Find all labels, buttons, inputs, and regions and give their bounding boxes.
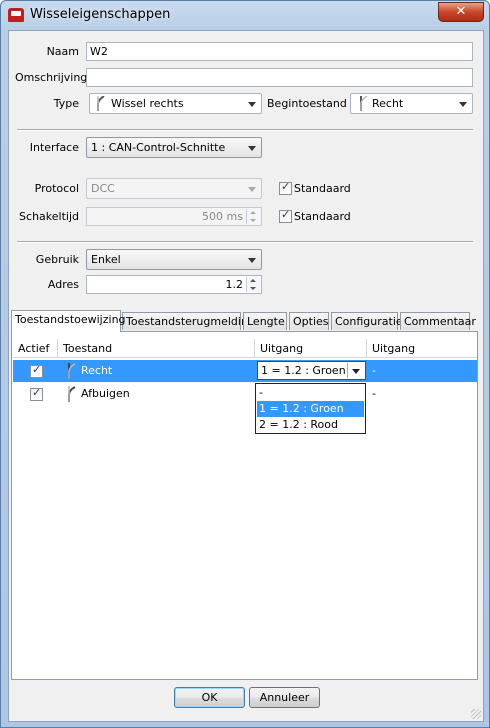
dropdown-option[interactable]: 1 = 1.2 : Groen [257, 401, 364, 417]
schakeltijd-standaard-label: Standaard [294, 210, 351, 223]
window-title: Wisseleigenschappen [30, 7, 171, 22]
title-bar[interactable]: Wisseleigenschappen ✕ [1, 1, 489, 29]
omschrijving-label: Omschrijving [15, 71, 88, 84]
column-header-actief[interactable]: Actief [13, 339, 58, 358]
protocol-value: DCC [91, 182, 115, 195]
protocol-standaard-checkbox[interactable] [279, 180, 292, 195]
dropdown-option[interactable]: 2 = 1.2 : Rood [257, 417, 364, 433]
naam-field[interactable]: W2 [86, 42, 473, 61]
table-row[interactable]: Recht 1 = 1.2 : Groen - [13, 360, 477, 382]
omschrijving-field[interactable] [86, 68, 473, 87]
ok-button[interactable]: OK [174, 687, 245, 708]
tab-toestandstoewijzing[interactable]: Toestandstoewijzing [11, 310, 126, 332]
uitgang-2-cell: - [372, 387, 376, 400]
interface-value: 1 : CAN-Control-Schnitte [91, 141, 226, 154]
resize-grip-icon[interactable] [471, 709, 481, 719]
spinner-arrows-icon[interactable] [246, 277, 260, 292]
chevron-down-icon [248, 102, 256, 107]
tab-toestandsterugmelding[interactable]: Toestandsterugmelding [122, 312, 255, 330]
type-value: Wissel rechts [111, 97, 184, 110]
spinner-arrows-icon [246, 209, 260, 224]
dropdown-option[interactable]: - [257, 385, 364, 401]
uitgang-2-cell: - [372, 364, 376, 377]
adres-value: 1.2 [225, 278, 244, 291]
uitgang-value: 1 = 1.2 : Groen [261, 364, 346, 377]
column-header-uitgang[interactable]: Uitgang [255, 339, 367, 358]
interface-label: Interface [29, 141, 79, 154]
table-row[interactable]: Afbuigen - [13, 383, 477, 405]
adres-label: Adres [47, 278, 79, 291]
schakeltijd-value: 500 ms [202, 210, 243, 223]
uitgang-select[interactable]: 1 = 1.2 : Groen [257, 361, 366, 380]
toestand-cell: Recht [81, 364, 113, 377]
chevron-down-icon [248, 258, 256, 263]
actief-checkbox[interactable] [30, 363, 43, 378]
dialog-content: Naam W2 Omschrijving Type Wissel rechts … [8, 30, 484, 722]
chevron-down-icon [459, 102, 467, 107]
begintoestand-label: Begintoestand [267, 97, 347, 110]
close-button[interactable]: ✕ [438, 2, 484, 22]
protocol-label: Protocol [34, 182, 79, 195]
switch-diverging-icon [68, 386, 76, 402]
interface-select[interactable]: 1 : CAN-Control-Schnitte [86, 137, 262, 158]
switch-straight-icon [68, 363, 76, 379]
switch-straight-icon [360, 96, 368, 111]
uitgang-dropdown-list: - 1 = 1.2 : Groen 2 = 1.2 : Rood [255, 383, 366, 434]
toestand-cell: Afbuigen [81, 387, 130, 400]
tab-commentaar[interactable]: Commentaar [400, 312, 476, 330]
schakeltijd-label: Schakeltijd [19, 210, 79, 223]
tab-configuratie[interactable]: Configuratie [331, 312, 403, 330]
column-header-uitgang-2[interactable]: Uitgang [367, 339, 477, 358]
protocol-select: DCC [86, 178, 262, 199]
schakeltijd-spinner: 500 ms [86, 207, 262, 226]
tab-panel: Actief Toestand Uitgang Uitgang Recht 1 … [11, 331, 478, 680]
separator [17, 129, 473, 131]
dialog-window: Wisseleigenschappen ✕ Naam W2 Omschrijvi… [0, 0, 490, 728]
gebruik-label: Gebruik [35, 253, 79, 266]
app-icon [8, 8, 24, 22]
tab-lengte[interactable]: Lengte [243, 312, 287, 330]
type-label: Type [53, 97, 79, 110]
switch-right-icon [97, 96, 105, 111]
begintoestand-value: Recht [372, 97, 404, 110]
gebruik-value: Enkel [91, 253, 121, 266]
column-header-toestand[interactable]: Toestand [58, 339, 255, 358]
cancel-button[interactable]: Annuleer [249, 687, 320, 708]
chevron-down-icon[interactable] [347, 363, 364, 378]
actief-checkbox[interactable] [30, 386, 43, 401]
naam-label: Naam [46, 45, 79, 58]
chevron-down-icon [248, 146, 256, 151]
adres-spinner[interactable]: 1.2 [86, 275, 262, 294]
separator [17, 241, 473, 243]
protocol-standaard-label: Standaard [294, 182, 351, 195]
gebruik-select[interactable]: Enkel [86, 249, 262, 270]
schakeltijd-standaard-checkbox[interactable] [279, 208, 292, 223]
tab-opties[interactable]: Opties [289, 312, 329, 330]
chevron-down-icon [248, 187, 256, 192]
type-select[interactable]: Wissel rechts [89, 93, 262, 114]
begintoestand-select[interactable]: Recht [350, 93, 473, 114]
